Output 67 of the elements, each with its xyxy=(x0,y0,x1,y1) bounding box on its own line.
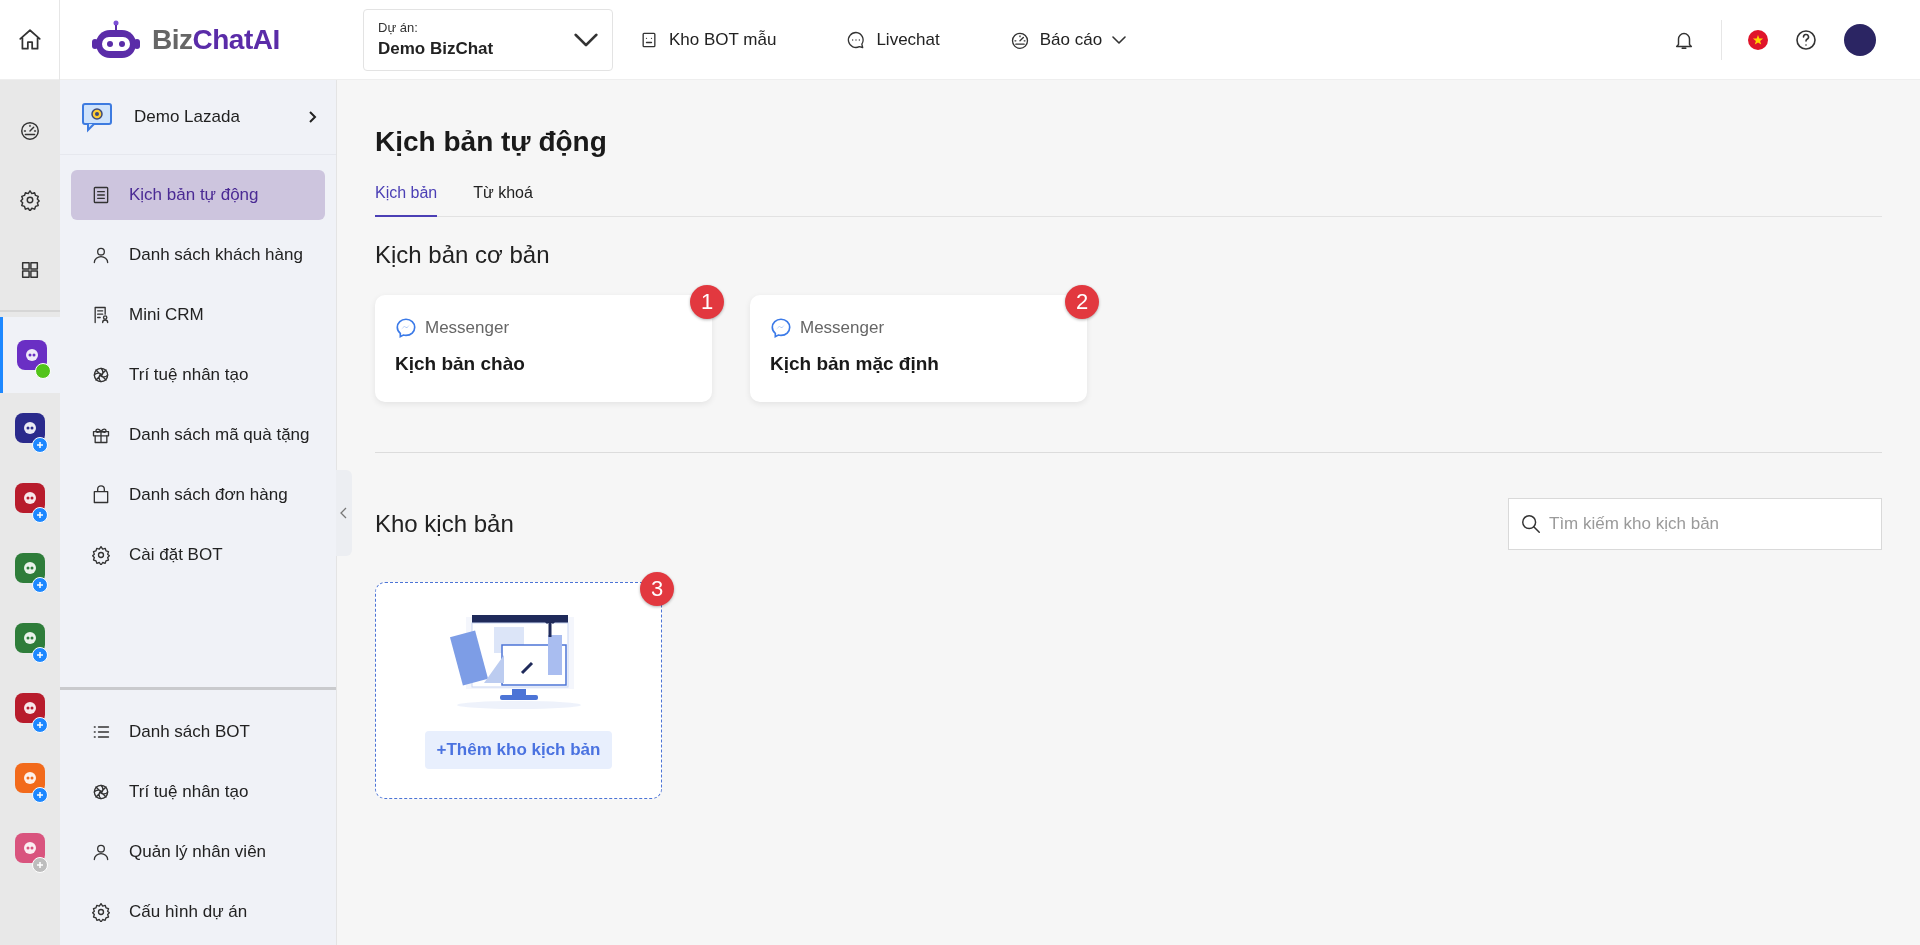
avatar[interactable] xyxy=(1844,23,1876,56)
card-title: Kịch bản mặc định xyxy=(770,353,940,376)
app-tile-icon[interactable] xyxy=(15,693,45,723)
add-badge-icon[interactable] xyxy=(32,717,48,733)
add-library-button[interactable]: +Thêm kho kịch bản xyxy=(424,731,613,770)
settings-icon xyxy=(91,545,111,565)
grid-icon[interactable] xyxy=(19,259,41,281)
gift-icon xyxy=(91,425,111,445)
chevron-down-icon xyxy=(574,32,598,47)
robot-logo-icon xyxy=(90,19,142,60)
dashboard-gauge-icon[interactable] xyxy=(19,119,41,141)
number-marker: 3 xyxy=(640,572,674,607)
nav-link[interactable]: Báo cáo xyxy=(1009,29,1127,50)
settings-icon[interactable] xyxy=(19,189,41,211)
section-heading: Kịch bản cơ bản xyxy=(375,241,551,270)
sidebar-item[interactable]: Cài đặt BOT xyxy=(71,530,325,580)
channel-label: Messenger xyxy=(800,318,885,339)
page-title: Kịch bản tự động xyxy=(375,125,608,159)
card-title: Kịch bản chào xyxy=(395,353,526,376)
app-tile-icon[interactable] xyxy=(15,763,45,793)
app-tab[interactable] xyxy=(0,317,60,393)
sidebar-item[interactable]: Trí tuệ nhân tạo xyxy=(71,350,325,400)
help-icon[interactable] xyxy=(1794,27,1818,52)
sidebar-item[interactable]: Trí tuệ nhân tạo xyxy=(71,767,325,817)
search-field[interactable]: Tìm kiếm kho kịch bản xyxy=(1508,498,1882,551)
app-tile-icon[interactable] xyxy=(15,413,45,443)
settings-icon xyxy=(91,902,111,922)
person-icon xyxy=(91,245,111,265)
tab[interactable]: Kịch bản xyxy=(375,176,438,218)
sidebar-item[interactable]: Kịch bản tự động xyxy=(71,170,325,220)
messenger-icon xyxy=(395,317,417,340)
add-badge-icon[interactable] xyxy=(32,437,48,453)
document-list-icon xyxy=(91,185,111,205)
project-name: Demo Lazada xyxy=(134,107,241,127)
nav-link[interactable]: Livechat xyxy=(846,29,940,50)
search-icon xyxy=(1520,513,1542,536)
collapse-handle[interactable] xyxy=(336,470,352,556)
sidebar-item[interactable]: Danh sách BOT xyxy=(71,707,325,757)
messenger-icon xyxy=(770,317,792,340)
sidebar-item[interactable]: Danh sách khách hàng xyxy=(71,230,325,280)
person-icon xyxy=(91,842,111,862)
add-badge-icon[interactable] xyxy=(32,577,48,593)
ai-knot-icon xyxy=(91,365,111,385)
logo-text: BizChatAI xyxy=(152,23,280,56)
sidebar-item[interactable]: Mini CRM xyxy=(71,290,325,340)
sidebar-item[interactable]: Danh sách mã quà tặng xyxy=(71,410,325,460)
chat-bubble-icon xyxy=(846,29,867,50)
project-dropdown[interactable]: Dự án: Demo BizChat xyxy=(363,8,613,71)
flag-icon[interactable] xyxy=(1748,29,1768,50)
ai-knot-icon xyxy=(91,782,111,802)
sidebar-item[interactable]: Cấu hình dự án xyxy=(71,887,325,937)
section-heading: Kho kịch bản xyxy=(375,510,514,539)
tab[interactable]: Từ khoá xyxy=(473,176,533,218)
channel-label: Messenger xyxy=(425,318,510,339)
sidebar-item[interactable]: Quản lý nhân viên xyxy=(71,827,325,877)
app-tile-icon[interactable] xyxy=(15,623,45,653)
add-badge-icon[interactable] xyxy=(32,507,48,523)
app-tile-icon[interactable] xyxy=(15,483,45,513)
sidebar-item[interactable]: Danh sách đơn hàng xyxy=(71,470,325,520)
add-badge-icon[interactable] xyxy=(32,647,48,663)
shopping-bag-icon xyxy=(91,485,111,505)
number-marker: 2 xyxy=(1065,285,1099,320)
chevron-right-icon[interactable] xyxy=(306,110,318,124)
app-tile-icon[interactable] xyxy=(16,340,47,370)
nav-link[interactable]: Kho BOT mẫu xyxy=(639,29,777,50)
app-tile-icon[interactable] xyxy=(15,553,45,583)
number-marker: 1 xyxy=(690,285,724,320)
